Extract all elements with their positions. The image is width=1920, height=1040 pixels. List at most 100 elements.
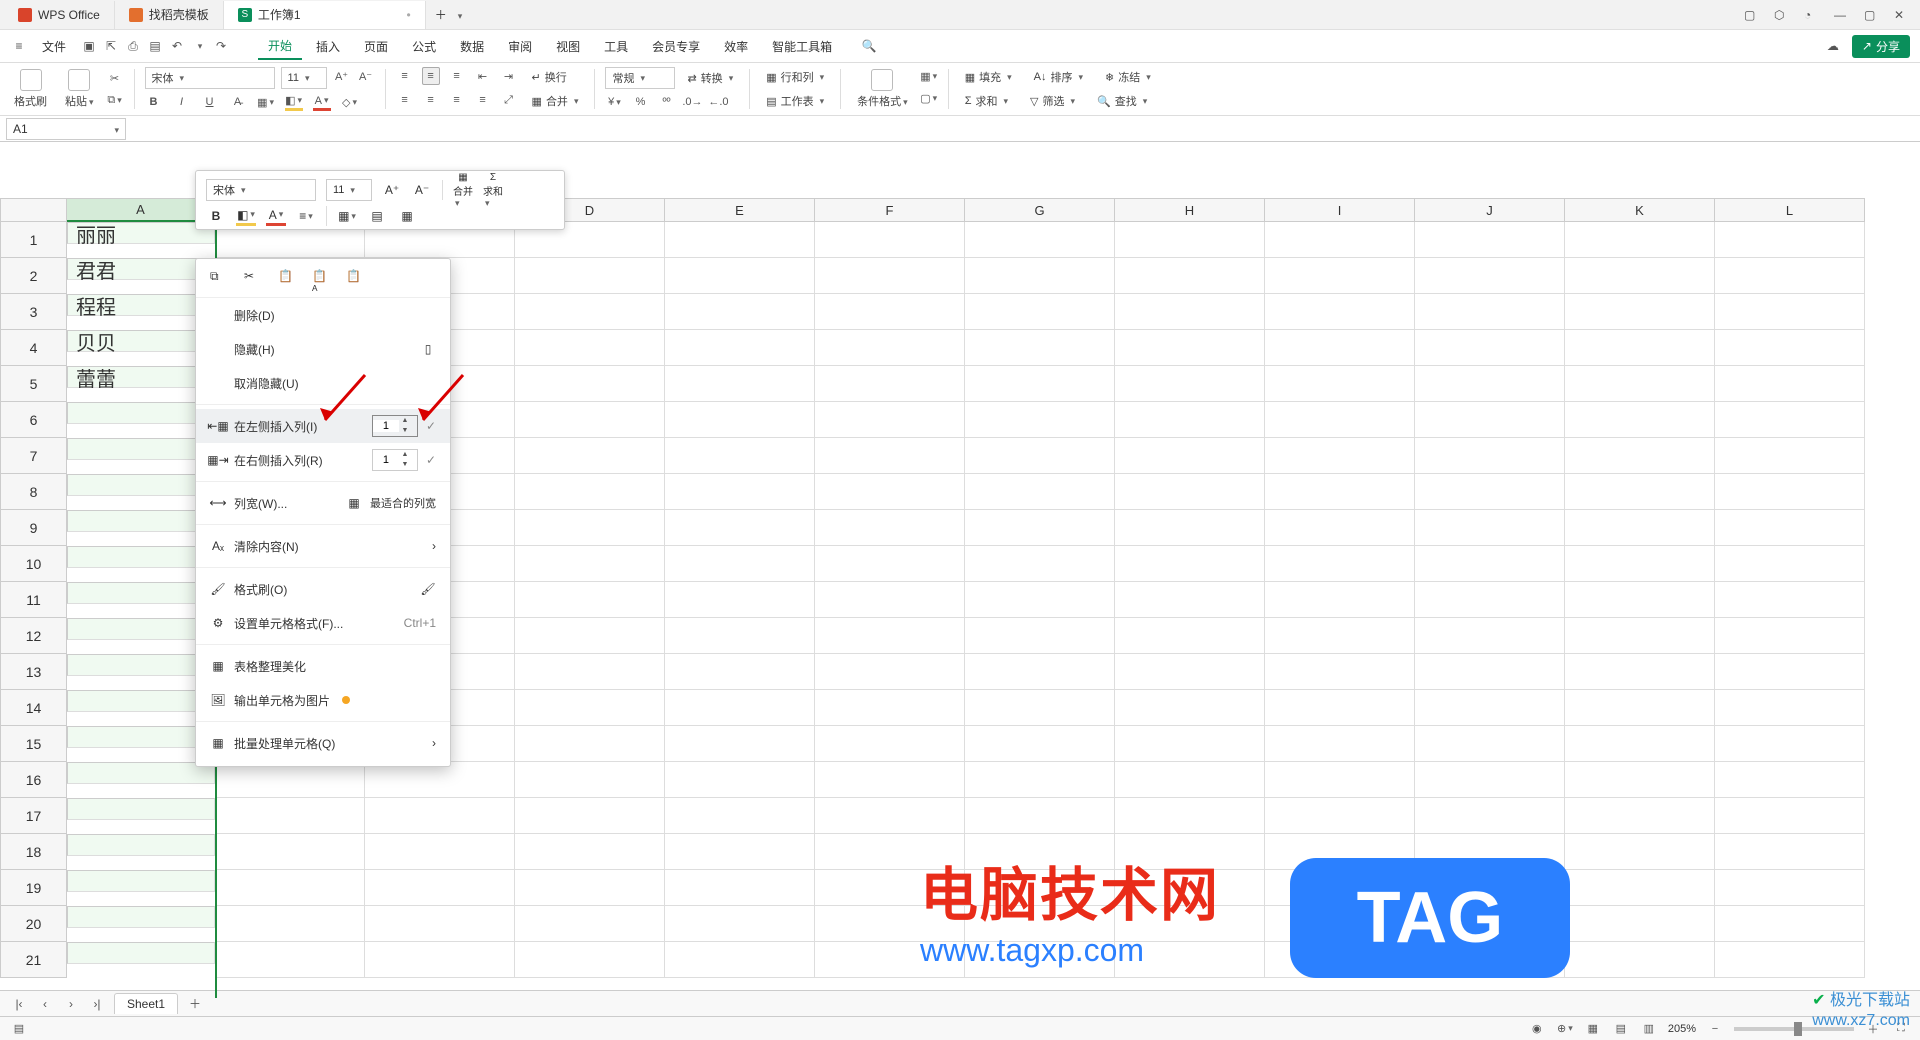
- increase-decimal-icon[interactable]: .0→: [683, 93, 701, 111]
- cell[interactable]: [515, 618, 665, 654]
- cell[interactable]: [965, 546, 1115, 582]
- tab-page[interactable]: 页面: [354, 34, 398, 59]
- tab-efficiency[interactable]: 效率: [714, 34, 758, 59]
- cell[interactable]: [515, 582, 665, 618]
- cell[interactable]: [1415, 618, 1565, 654]
- row-header[interactable]: 7: [0, 438, 67, 474]
- select-all-corner[interactable]: [0, 198, 67, 222]
- cell[interactable]: [1415, 222, 1565, 258]
- avatar-icon[interactable]: ◔: [1804, 8, 1818, 22]
- name-box[interactable]: A1: [6, 118, 126, 140]
- border-icon[interactable]: ▦: [337, 206, 357, 226]
- tab-smart-toolbox[interactable]: 智能工具箱: [762, 34, 842, 59]
- cell[interactable]: [67, 474, 215, 496]
- cell[interactable]: [67, 690, 215, 712]
- cell[interactable]: [1415, 474, 1565, 510]
- first-sheet-icon[interactable]: |‹: [10, 995, 28, 1013]
- cell[interactable]: 贝贝: [67, 330, 215, 352]
- increase-font-icon[interactable]: A⁺: [333, 67, 351, 85]
- row-header[interactable]: 13: [0, 654, 67, 690]
- close-icon[interactable]: ✕: [1894, 8, 1908, 22]
- cell[interactable]: [815, 762, 965, 798]
- cell[interactable]: [1565, 762, 1715, 798]
- cell[interactable]: [1115, 798, 1265, 834]
- fill-color-icon[interactable]: ◧: [285, 93, 303, 111]
- align-bottom-icon[interactable]: ≡: [448, 67, 466, 85]
- cell[interactable]: [1265, 726, 1415, 762]
- decrease-font-icon[interactable]: A⁻: [357, 67, 375, 85]
- cell[interactable]: [1415, 330, 1565, 366]
- add-sheet-button[interactable]: ＋: [186, 995, 204, 1013]
- cell[interactable]: [1115, 546, 1265, 582]
- cell[interactable]: [1565, 618, 1715, 654]
- search-icon[interactable]: 🔍: [860, 37, 878, 55]
- cell[interactable]: [665, 402, 815, 438]
- fill-button[interactable]: ▦填充: [959, 67, 1018, 87]
- cell[interactable]: [1565, 582, 1715, 618]
- cell[interactable]: [515, 546, 665, 582]
- cell[interactable]: [1265, 690, 1415, 726]
- convert-button[interactable]: ⇄转换: [681, 67, 739, 89]
- cell[interactable]: [67, 942, 215, 964]
- column-header[interactable]: H: [1115, 198, 1265, 222]
- preview-icon[interactable]: ▤: [146, 37, 164, 55]
- row-header[interactable]: 6: [0, 402, 67, 438]
- tab-tools[interactable]: 工具: [594, 34, 638, 59]
- cloud-icon[interactable]: ☁: [1824, 37, 1842, 55]
- column-header[interactable]: K: [1565, 198, 1715, 222]
- next-sheet-icon[interactable]: ›: [62, 995, 80, 1013]
- cell[interactable]: [215, 942, 365, 978]
- font-color-icon[interactable]: A: [313, 93, 331, 111]
- cell[interactable]: [815, 690, 965, 726]
- column-header[interactable]: F: [815, 198, 965, 222]
- cell[interactable]: [1415, 726, 1565, 762]
- cell[interactable]: [1415, 510, 1565, 546]
- cell[interactable]: [1115, 222, 1265, 258]
- paste-special-icon[interactable]: 📋ᴬ: [312, 269, 332, 289]
- cell[interactable]: [1415, 438, 1565, 474]
- zoom-out-icon[interactable]: −: [1706, 1020, 1724, 1038]
- cell[interactable]: [215, 906, 365, 942]
- cell[interactable]: [1565, 942, 1715, 978]
- sum-button[interactable]: Σ求和: [483, 180, 503, 200]
- cell[interactable]: [67, 870, 215, 892]
- cell[interactable]: [215, 834, 365, 870]
- cell[interactable]: [815, 582, 965, 618]
- cell[interactable]: [365, 762, 515, 798]
- cell[interactable]: [1415, 258, 1565, 294]
- eye-icon[interactable]: ◉: [1528, 1020, 1546, 1038]
- undo-icon[interactable]: ↶: [168, 37, 186, 55]
- slider-thumb[interactable]: [1794, 1022, 1802, 1036]
- cell[interactable]: [1715, 654, 1865, 690]
- auto-width-icon[interactable]: ▦: [346, 495, 362, 511]
- close-tab-icon[interactable]: •: [407, 8, 411, 22]
- cell-style-icon[interactable]: ▢: [920, 89, 938, 107]
- cell[interactable]: [1265, 546, 1415, 582]
- cell[interactable]: [1115, 474, 1265, 510]
- cell[interactable]: [665, 834, 815, 870]
- cond-format-button[interactable]: 条件格式: [851, 67, 914, 111]
- cell[interactable]: [365, 870, 515, 906]
- row-header[interactable]: 3: [0, 294, 67, 330]
- cm-insert-right[interactable]: ▦⇥ 在右侧插入列(R) ▲▼ ✓: [196, 443, 450, 477]
- cell[interactable]: [965, 294, 1115, 330]
- minimize-icon[interactable]: —: [1834, 8, 1848, 22]
- cm-batch[interactable]: ▦批量处理单元格(Q)›: [196, 726, 450, 760]
- orientation-icon[interactable]: ⤢: [500, 91, 518, 109]
- align-center-icon[interactable]: ≡: [422, 91, 440, 109]
- percent-icon[interactable]: %: [631, 93, 649, 111]
- count-input[interactable]: [373, 420, 399, 432]
- cell[interactable]: [1115, 402, 1265, 438]
- cm-format-painter[interactable]: 🖌格式刷(O)🖌: [196, 572, 450, 606]
- currency-icon[interactable]: ¥: [605, 93, 623, 111]
- cell[interactable]: [1115, 438, 1265, 474]
- cell[interactable]: [1115, 654, 1265, 690]
- cell[interactable]: [515, 366, 665, 402]
- cell[interactable]: [1715, 618, 1865, 654]
- focus-icon[interactable]: ⊕: [1556, 1020, 1574, 1038]
- save-icon[interactable]: ▣: [80, 37, 98, 55]
- cell[interactable]: [1265, 366, 1415, 402]
- cell[interactable]: [665, 582, 815, 618]
- cell[interactable]: [515, 438, 665, 474]
- maximize-icon[interactable]: ▢: [1864, 8, 1878, 22]
